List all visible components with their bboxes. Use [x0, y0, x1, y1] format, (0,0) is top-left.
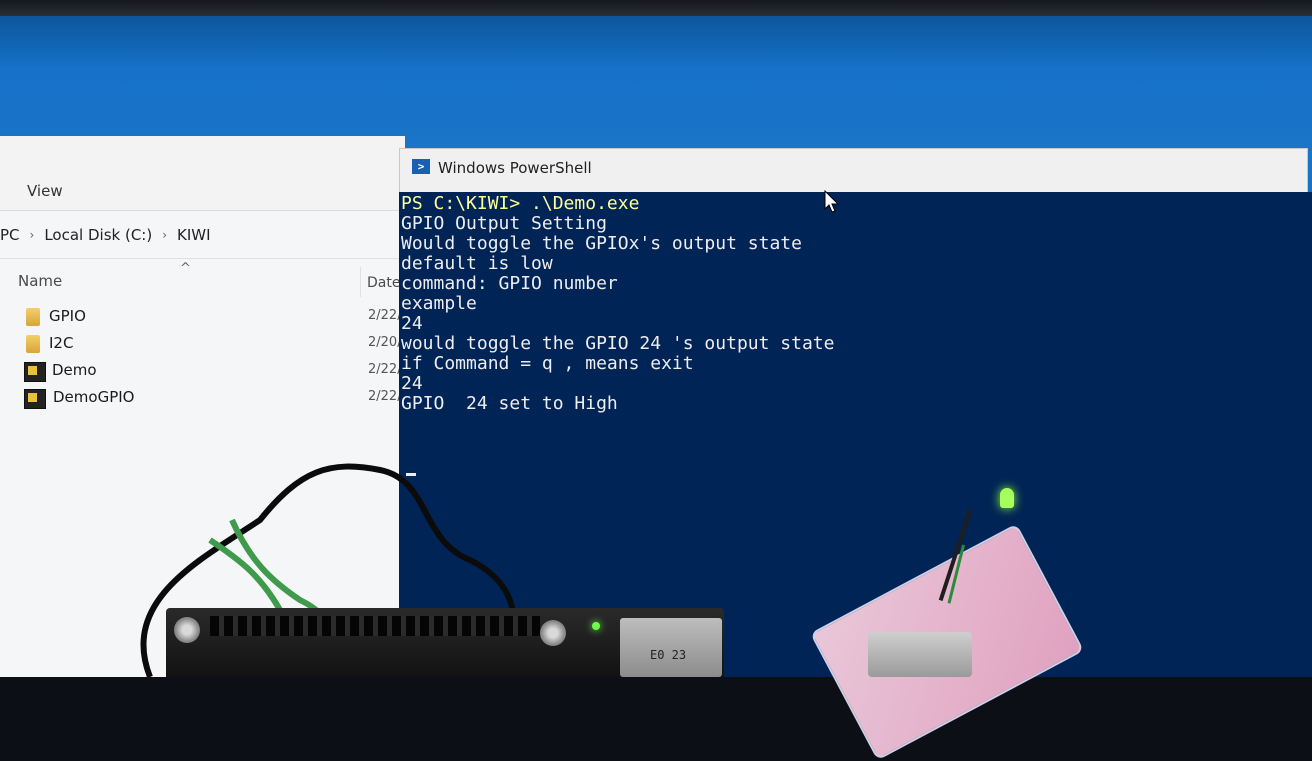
console-line: default is low — [401, 253, 553, 274]
column-header: ^ Name Date — [0, 258, 405, 303]
board-led — [592, 622, 600, 630]
text-cursor — [406, 473, 416, 476]
console-line: GPIO 24 set to High — [401, 393, 618, 414]
column-divider[interactable] — [360, 267, 361, 297]
exe-icon — [24, 389, 46, 409]
file-name: DemoGPIO — [53, 388, 135, 406]
console-line: if Command = q , means exit — [401, 353, 694, 374]
screw-icon — [174, 617, 200, 643]
list-item[interactable]: I2C 2/20/ — [0, 331, 405, 357]
powershell-window[interactable]: > Windows PowerShell PS C:\KIWI> .\Demo.… — [399, 148, 1312, 677]
sort-up-icon: ^ — [180, 261, 191, 276]
breadcrumb-kiwi[interactable]: KIWI — [177, 226, 211, 244]
powershell-titlebar[interactable]: > Windows PowerShell — [399, 148, 1308, 194]
ethernet-port: E0 23 — [620, 618, 722, 677]
console-line: 24 — [401, 313, 423, 334]
chevron-right-icon: › — [162, 228, 168, 242]
list-item[interactable]: DemoGPIO 2/22/ — [0, 385, 405, 411]
folder-icon — [26, 308, 40, 326]
column-date[interactable]: Date — [367, 275, 400, 291]
console-line: PS C:\KIWI> .\Demo.exe — [401, 193, 640, 214]
exe-icon — [24, 362, 46, 382]
console-line: example — [401, 293, 477, 314]
screw-icon — [540, 620, 566, 646]
powershell-icon: > — [412, 159, 430, 174]
window-title: Windows PowerShell — [438, 159, 592, 177]
chevron-right-icon: › — [29, 228, 35, 242]
folder-icon — [26, 335, 40, 353]
file-date: 2/20/ — [368, 335, 402, 350]
console-line: GPIO Output Setting — [401, 213, 607, 234]
view-tab[interactable]: View — [27, 182, 63, 200]
explorer-ribbon: View — [0, 136, 405, 211]
console-line: Would toggle the GPIOx's output state — [401, 233, 802, 254]
column-name[interactable]: Name — [18, 272, 62, 290]
file-name: GPIO — [49, 307, 86, 325]
file-name: I2C — [49, 334, 74, 352]
mouse-pointer-icon — [824, 190, 840, 213]
green-led — [1000, 488, 1014, 508]
list-item[interactable]: GPIO 2/22/ — [0, 304, 405, 330]
console-output: PS C:\KIWI> .\Demo.exe GPIO Output Setti… — [401, 194, 834, 414]
console-line: command: GPIO number — [401, 273, 618, 294]
gpio-header — [210, 616, 540, 636]
metal-block — [868, 632, 972, 677]
breadcrumb[interactable]: PC › Local Disk (C:) › KIWI — [0, 220, 405, 250]
file-date: 2/22/ — [368, 362, 402, 377]
list-item[interactable]: Demo 2/22/ — [0, 358, 405, 384]
file-explorer-window: View PC › Local Disk (C:) › KIWI ^ Name … — [0, 136, 405, 677]
console-area[interactable]: PS C:\KIWI> .\Demo.exe GPIO Output Setti… — [399, 192, 1312, 677]
breadcrumb-local-disk[interactable]: Local Disk (C:) — [44, 226, 152, 244]
console-line: 24 — [401, 373, 423, 394]
file-date: 2/22/ — [368, 308, 402, 323]
file-date: 2/22/ — [368, 389, 402, 404]
breadcrumb-pc[interactable]: PC — [0, 226, 20, 244]
console-line: would toggle the GPIO 24 's output state — [401, 333, 835, 354]
board-label: E0 23 — [650, 648, 687, 662]
monitor-bezel — [0, 0, 1312, 16]
file-name: Demo — [52, 361, 97, 379]
